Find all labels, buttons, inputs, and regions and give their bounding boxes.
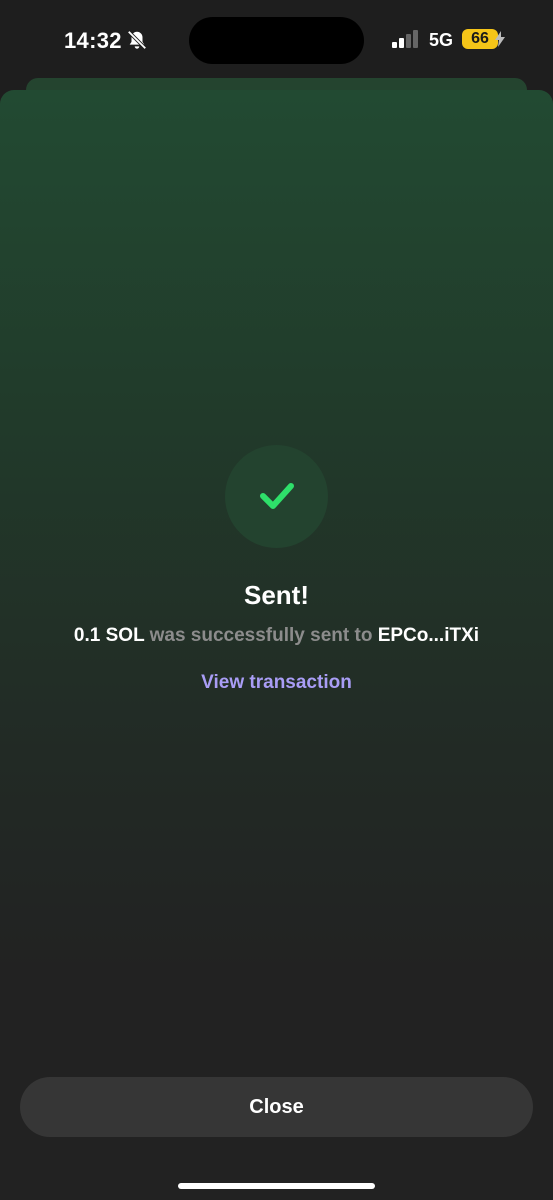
- sent-amount: 0.1 SOL: [73, 625, 145, 646]
- close-button[interactable]: Close: [20, 1077, 533, 1137]
- bell-slash-icon: [127, 30, 147, 50]
- success-message: 0.1 SOL was successfully sent to EPCo...…: [0, 625, 553, 647]
- signal-icon: [392, 30, 418, 48]
- success-title: Sent!: [244, 580, 309, 610]
- home-indicator[interactable]: [178, 1183, 375, 1189]
- view-transaction-link[interactable]: View transaction: [0, 672, 553, 694]
- status-bar: 14:32 5G 66: [0, 0, 553, 80]
- bolt-icon: [495, 31, 505, 47]
- message-text: was successfully sent to: [144, 625, 378, 646]
- network-label: 5G: [429, 30, 454, 50]
- dynamic-island: [189, 17, 364, 64]
- check-icon: [260, 483, 294, 509]
- success-badge: [225, 445, 328, 548]
- battery-level: 66: [462, 29, 498, 49]
- recipient-address: EPCo...iTXi: [377, 625, 480, 646]
- status-time: 14:32: [64, 28, 122, 53]
